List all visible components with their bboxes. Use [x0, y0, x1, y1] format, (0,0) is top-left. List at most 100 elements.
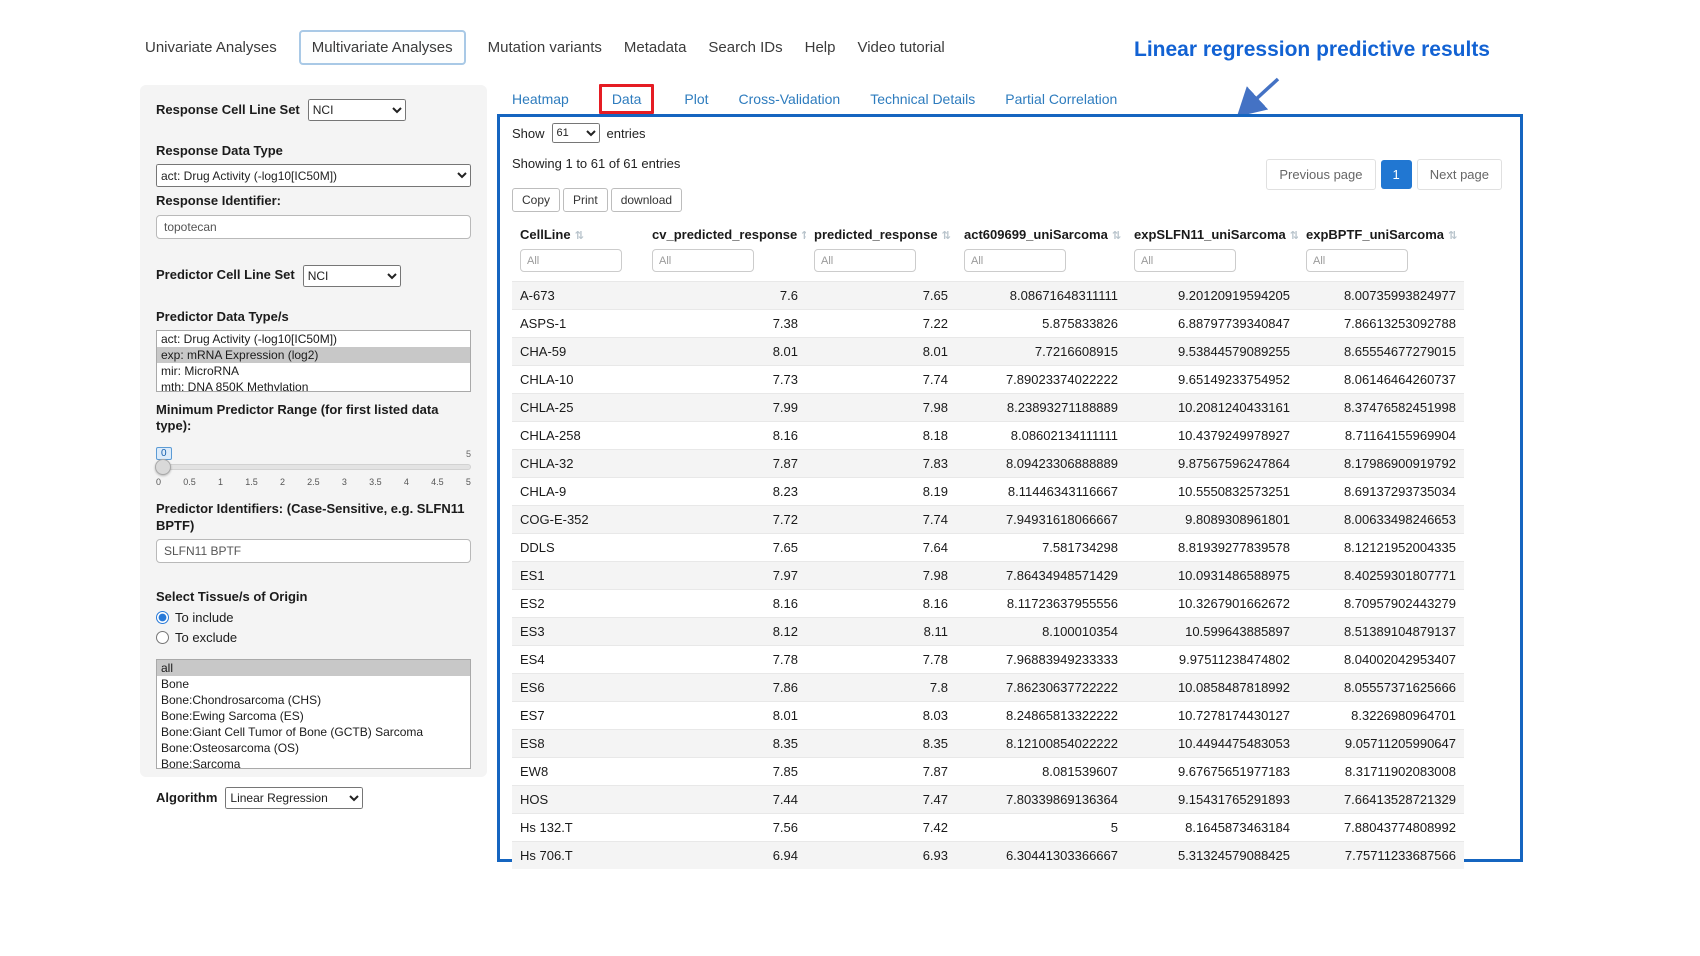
- min-predictor-range-slider[interactable]: 0 5 00.511.522.533.544.55: [156, 464, 471, 487]
- table-row[interactable]: CHA-598.018.017.72166089159.538445790892…: [512, 338, 1464, 366]
- sort-icon[interactable]: ⇅: [1448, 230, 1457, 242]
- table-cell: 8.06146464260737: [1298, 366, 1464, 394]
- column-filter-input-predicted-response[interactable]: [814, 249, 916, 272]
- sort-icon[interactable]: ⇅: [575, 230, 584, 242]
- table-cell: 7.8: [806, 674, 956, 702]
- current-page-button[interactable]: 1: [1381, 160, 1412, 189]
- table-row[interactable]: ES47.787.787.968839492333339.97511238474…: [512, 646, 1464, 674]
- column-filter-input-cellline[interactable]: [520, 249, 622, 272]
- list-option-all[interactable]: all: [157, 660, 470, 676]
- slider-tick-label: 0.5: [183, 477, 196, 487]
- table-row[interactable]: EW87.857.878.0815396079.676756519771838.…: [512, 758, 1464, 786]
- tissue-radio-row-to-include[interactable]: To include: [156, 610, 471, 625]
- sort-icon[interactable]: ⇅: [942, 230, 951, 242]
- table-row[interactable]: CHLA-107.737.747.890233740222229.6514923…: [512, 366, 1464, 394]
- column-filter-input-act609699-unisarcoma[interactable]: [964, 249, 1066, 272]
- response-cell-line-set-select[interactable]: NCI: [308, 99, 406, 121]
- list-option-mir-microrna[interactable]: mir: MicroRNA: [157, 363, 470, 379]
- tab-cross-validation[interactable]: Cross-Validation: [739, 84, 841, 114]
- table-row[interactable]: CHLA-257.997.988.2389327118888910.208124…: [512, 394, 1464, 422]
- column-header-expbptf-unisarcoma[interactable]: expBPTF_uniSarcoma⇅: [1298, 220, 1464, 247]
- column-filter-input-expbptf-unisarcoma[interactable]: [1306, 249, 1408, 272]
- nav-item-search-ids[interactable]: Search IDs: [708, 31, 782, 64]
- tissue-radio-to-exclude[interactable]: [156, 631, 169, 644]
- nav-item-mutation-variants[interactable]: Mutation variants: [488, 31, 602, 64]
- slider-handle[interactable]: [155, 459, 171, 475]
- list-option-exp-mrna-expression-log2[interactable]: exp: mRNA Expression (log2): [157, 347, 470, 363]
- main-tabs: Heatmap Data Plot Cross-Validation Technical…: [512, 84, 1117, 114]
- response-identifier-input[interactable]: [156, 215, 471, 239]
- tab-data[interactable]: Data: [599, 84, 655, 114]
- table-row[interactable]: CHLA-327.877.838.094233068888899.8756759…: [512, 450, 1464, 478]
- tissue-radio-row-to-exclude[interactable]: To exclude: [156, 630, 471, 645]
- list-option-bone-chondrosarcoma-chs[interactable]: Bone:Chondrosarcoma (CHS): [157, 692, 470, 708]
- list-option-bone-sarcoma[interactable]: Bone:Sarcoma: [157, 756, 470, 769]
- table-row[interactable]: DDLS7.657.647.5817342988.819392778395788…: [512, 534, 1464, 562]
- table-row[interactable]: COG-E-3527.727.747.949316180666679.80893…: [512, 506, 1464, 534]
- table-row[interactable]: ES38.128.118.10001035410.5996438858978.5…: [512, 618, 1464, 646]
- list-option-act-drug-activity-log10-ic50m[interactable]: act: Drug Activity (-log10[IC50M]): [157, 331, 470, 347]
- print-button[interactable]: Print: [563, 188, 608, 212]
- predictor-cell-line-set-select[interactable]: NCI: [303, 265, 401, 287]
- previous-page-button[interactable]: Previous page: [1266, 159, 1375, 190]
- table-cell: 5.875833826: [956, 310, 1126, 338]
- cellline-cell: A-673: [512, 282, 644, 310]
- tissue-list[interactable]: allBoneBone:Chondrosarcoma (CHS)Bone:Ewi…: [156, 659, 471, 769]
- sort-icon[interactable]: ⇅: [1290, 230, 1298, 242]
- table-row[interactable]: ES88.358.358.1210085402222210.4494475483…: [512, 730, 1464, 758]
- response-data-type-select[interactable]: act: Drug Activity (-log10[IC50M]): [156, 164, 471, 187]
- next-page-button[interactable]: Next page: [1417, 159, 1502, 190]
- list-option-bone-giant-cell-tumor-of-bone-gctb-sarcoma[interactable]: Bone:Giant Cell Tumor of Bone (GCTB) Sar…: [157, 724, 470, 740]
- annotation-title: Linear regression predictive results: [1134, 38, 1490, 62]
- column-filter-input-expslfn11-unisarcoma[interactable]: [1134, 249, 1236, 272]
- slider-track[interactable]: [156, 464, 471, 470]
- table-row[interactable]: ES67.867.87.8623063772222210.08584878189…: [512, 674, 1464, 702]
- nav-item-help[interactable]: Help: [805, 31, 836, 64]
- table-row[interactable]: Hs 132.T7.567.4258.16458734631847.880437…: [512, 814, 1464, 842]
- column-header-cellline[interactable]: CellLine⇅: [512, 220, 644, 247]
- list-option-bone-osteosarcoma-os[interactable]: Bone:Osteosarcoma (OS): [157, 740, 470, 756]
- predictor-identifiers-input[interactable]: [156, 539, 471, 563]
- table-row[interactable]: CHLA-98.238.198.1144634311666710.5550832…: [512, 478, 1464, 506]
- algorithm-select[interactable]: Linear Regression: [225, 787, 363, 809]
- table-row[interactable]: ES17.977.987.8643494857142910.0931486588…: [512, 562, 1464, 590]
- export-buttons: CopyPrintdownload: [512, 188, 1508, 212]
- column-header-predicted-response[interactable]: predicted_response⇅: [806, 220, 956, 247]
- slider-tick-label: 3.5: [369, 477, 382, 487]
- entries-select[interactable]: 61: [552, 123, 600, 143]
- tab-heatmap[interactable]: Heatmap: [512, 84, 569, 114]
- table-row[interactable]: Hs 706.T6.946.936.304413033666675.313245…: [512, 842, 1464, 870]
- table-cell: 6.30441303366667: [956, 842, 1126, 870]
- column-header-cv-predicted-response[interactable]: cv_predicted_response⇅: [644, 220, 806, 247]
- nav-item-metadata[interactable]: Metadata: [624, 31, 687, 64]
- tab-technical-details[interactable]: Technical Details: [870, 84, 975, 114]
- tissue-radio-label: To include: [175, 610, 234, 625]
- tab-plot[interactable]: Plot: [684, 84, 708, 114]
- table-row[interactable]: ES28.168.168.1172363795555610.3267901662…: [512, 590, 1464, 618]
- predictor-data-type-list[interactable]: act: Drug Activity (-log10[IC50M])exp: m…: [156, 330, 471, 392]
- download-button[interactable]: download: [611, 188, 682, 212]
- list-option-bone-ewing-sarcoma-es[interactable]: Bone:Ewing Sarcoma (ES): [157, 708, 470, 724]
- nav-item-univariate-analyses[interactable]: Univariate Analyses: [145, 31, 277, 64]
- column-filter-input-cv-predicted-response[interactable]: [652, 249, 754, 272]
- copy-button[interactable]: Copy: [512, 188, 560, 212]
- tab-partial-correlation[interactable]: Partial Correlation: [1005, 84, 1117, 114]
- sort-icon[interactable]: ⇅: [1112, 230, 1121, 242]
- table-row[interactable]: CHLA-2588.168.188.0860213411111110.43792…: [512, 422, 1464, 450]
- table-row[interactable]: ES78.018.038.2486581332222210.7278174430…: [512, 702, 1464, 730]
- nav-item-multivariate-analyses[interactable]: Multivariate Analyses: [299, 30, 466, 65]
- table-row[interactable]: ASPS-17.387.225.8758338266.8879773934084…: [512, 310, 1464, 338]
- table-cell: 5: [956, 814, 1126, 842]
- sort-icon[interactable]: ⇅: [801, 230, 806, 242]
- cellline-cell: ES2: [512, 590, 644, 618]
- table-row[interactable]: A-6737.67.658.086716483111119.2012091959…: [512, 282, 1464, 310]
- table-cell: 7.74: [806, 506, 956, 534]
- table-cell: 7.74: [806, 366, 956, 394]
- column-header-expslfn11-unisarcoma[interactable]: expSLFN11_uniSarcoma⇅: [1126, 220, 1298, 247]
- tissue-radio-to-include[interactable]: [156, 611, 169, 624]
- column-header-act609699-unisarcoma[interactable]: act609699_uniSarcoma⇅: [956, 220, 1126, 247]
- table-row[interactable]: HOS7.447.477.803398691363649.15431765291…: [512, 786, 1464, 814]
- nav-item-video-tutorial[interactable]: Video tutorial: [857, 31, 944, 64]
- list-option-mth-dna-850k-methylation[interactable]: mth: DNA 850K Methylation: [157, 379, 470, 392]
- list-option-bone[interactable]: Bone: [157, 676, 470, 692]
